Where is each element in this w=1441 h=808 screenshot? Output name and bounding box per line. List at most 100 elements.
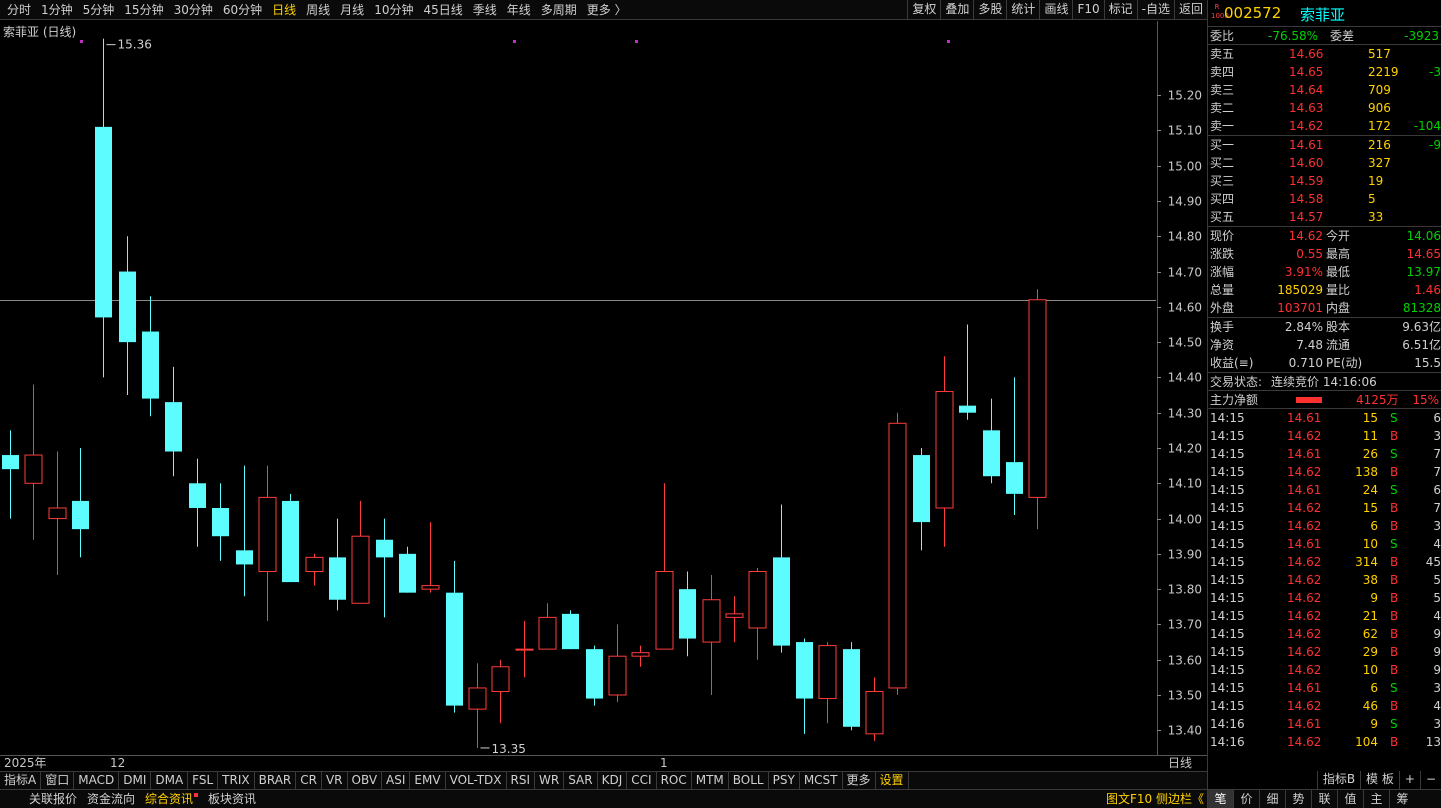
indicator-tab[interactable]: RSI	[507, 772, 536, 789]
indicator-tab[interactable]: VOL-TDX	[446, 772, 507, 789]
panel-tab[interactable]: 势	[1285, 790, 1311, 808]
indicator-tab[interactable]: CR	[296, 772, 322, 789]
trade-status-row: 交易状态: 连续竞价 14:16:06	[1208, 373, 1441, 391]
indicator-tab[interactable]: BOLL	[729, 772, 769, 789]
book-price: 14.61	[1289, 138, 1324, 152]
panel-tab[interactable]: 主	[1363, 790, 1389, 808]
y-tick-label: 15.20	[1168, 89, 1202, 103]
indicator-tab[interactable]: FSL	[188, 772, 219, 789]
tool-button[interactable]: 多股	[973, 0, 1006, 20]
indicator-tab[interactable]: CCI	[627, 772, 657, 789]
indicator-tab[interactable]: VR	[322, 772, 348, 789]
tick-volume: 6	[1370, 519, 1378, 533]
indicator-tab[interactable]: 更多	[843, 772, 876, 789]
period-tab[interactable]: 60分钟	[218, 0, 267, 20]
fund-value: 0.710	[1288, 356, 1323, 370]
panel-tab[interactable]: 筹	[1389, 790, 1415, 808]
panel-tab[interactable]: 细	[1259, 790, 1285, 808]
indicator-tab[interactable]: ASI	[382, 772, 411, 789]
period-tab[interactable]: 10分钟	[369, 0, 418, 20]
candle-body	[679, 589, 696, 639]
stock-name[interactable]: 索菲亚	[1300, 4, 1345, 25]
book-volume: 906	[1368, 101, 1391, 115]
tool-button[interactable]: 复权	[907, 0, 940, 20]
info-tab[interactable]: 综合资讯	[140, 790, 203, 808]
info-tab-label: 关联报价	[29, 792, 78, 806]
candle-body	[796, 642, 813, 699]
tick-volume: 9	[1370, 717, 1378, 731]
tool-button[interactable]: 叠加	[940, 0, 973, 20]
panel-tab[interactable]: 笔	[1207, 790, 1233, 808]
period-tab[interactable]: 更多 〉	[582, 0, 632, 20]
indicator-tab[interactable]: SAR	[564, 772, 598, 789]
tick-volume: 138	[1355, 465, 1378, 479]
tool-button[interactable]: -自选	[1136, 0, 1174, 20]
period-tab[interactable]: 月线	[335, 0, 369, 20]
tool-button[interactable]: 标记	[1103, 0, 1137, 20]
event-marker-icon	[947, 40, 950, 43]
indicator-tab[interactable]: MACD	[74, 772, 120, 789]
indicator-tab[interactable]: 指标A	[0, 772, 42, 789]
quote-value: 81328	[1402, 301, 1441, 315]
bid-row: 买二 14.60 327	[1208, 154, 1441, 172]
period-tab[interactable]: 1分钟	[36, 0, 78, 20]
y-tick-label: 14.60	[1168, 301, 1202, 315]
panel-tab[interactable]: 联	[1311, 790, 1337, 808]
indicator-tab[interactable]: DMI	[119, 772, 152, 789]
indicator-tab[interactable]: 窗口	[41, 772, 75, 789]
period-tab[interactable]: 5分钟	[78, 0, 120, 20]
period-tab[interactable]: 分时	[2, 0, 36, 20]
period-tab[interactable]: 多周期	[536, 0, 582, 20]
info-tab[interactable]: 资金流向	[82, 790, 140, 808]
candle-body	[2, 455, 19, 470]
f10-sidebar-toggle[interactable]: 图文F10 侧边栏《	[1106, 790, 1206, 808]
indicator-tab[interactable]: WR	[535, 772, 565, 789]
indicator-tab[interactable]: MTM	[692, 772, 729, 789]
book-price: 14.57	[1289, 210, 1324, 224]
candle-body	[586, 649, 603, 699]
indicator-tab[interactable]: EMV	[410, 772, 446, 789]
candle-body	[538, 616, 557, 650]
indicator-tab[interactable]: DMA	[151, 772, 189, 789]
book-label: 买三	[1210, 174, 1235, 188]
period-tab[interactable]: 年线	[502, 0, 536, 20]
quote-value: 103701	[1277, 301, 1323, 315]
period-tab[interactable]: 季线	[468, 0, 502, 20]
quote-label: 总量	[1210, 283, 1235, 297]
indicator-tab[interactable]: PSY	[769, 772, 800, 789]
tool-button[interactable]: 返回	[1173, 0, 1207, 20]
panel-tab[interactable]: 值	[1337, 790, 1363, 808]
candlestick-chart[interactable]: 13.40 13.50 13.60 13.70 13.80 13.90 14.00 14.10…	[0, 21, 1207, 755]
quote-label: 最低	[1326, 265, 1351, 279]
period-tab[interactable]: 45日线	[418, 0, 467, 20]
y-tick-label: 14.30	[1168, 407, 1202, 421]
indicator-tab[interactable]: OBV	[348, 772, 383, 789]
tick-time: 14:15	[1210, 483, 1245, 497]
info-tab[interactable]: 关联报价	[24, 790, 82, 808]
period-tab[interactable]: 15分钟	[119, 0, 168, 20]
indicator-tab[interactable]: 设置	[876, 772, 909, 789]
tick-row: 14:15 14.62 9 B 5	[1208, 589, 1441, 607]
tick-price: 14.62	[1287, 573, 1322, 587]
period-tab[interactable]: 日线	[267, 0, 301, 20]
candle-body	[189, 483, 206, 508]
book-label: 卖二	[1210, 101, 1235, 115]
tool-button[interactable]: F10	[1072, 0, 1103, 20]
panel-tab[interactable]: 价	[1233, 790, 1259, 808]
event-marker-icon	[635, 40, 638, 43]
indicator-tab[interactable]: KDJ	[598, 772, 628, 789]
tool-button[interactable]: 画线	[1039, 0, 1072, 20]
tick-count: 3	[1433, 429, 1441, 443]
info-tab[interactable]: 板块资讯	[203, 790, 261, 808]
fund-label: 股本	[1326, 320, 1351, 334]
candle-body	[631, 652, 650, 657]
quote-panel: R 1000 002572 索菲亚 委比 -76.58% 委差 -3923 卖五 1…	[1207, 0, 1441, 789]
indicator-tab[interactable]: ROC	[657, 772, 692, 789]
period-tab[interactable]: 周线	[301, 0, 335, 20]
indicator-tab[interactable]: BRAR	[255, 772, 297, 789]
tool-button[interactable]: 统计	[1006, 0, 1039, 20]
tick-price: 14.62	[1287, 627, 1322, 641]
indicator-tab[interactable]: MCST	[800, 772, 843, 789]
period-tab[interactable]: 30分钟	[169, 0, 218, 20]
indicator-tab[interactable]: TRIX	[218, 772, 255, 789]
